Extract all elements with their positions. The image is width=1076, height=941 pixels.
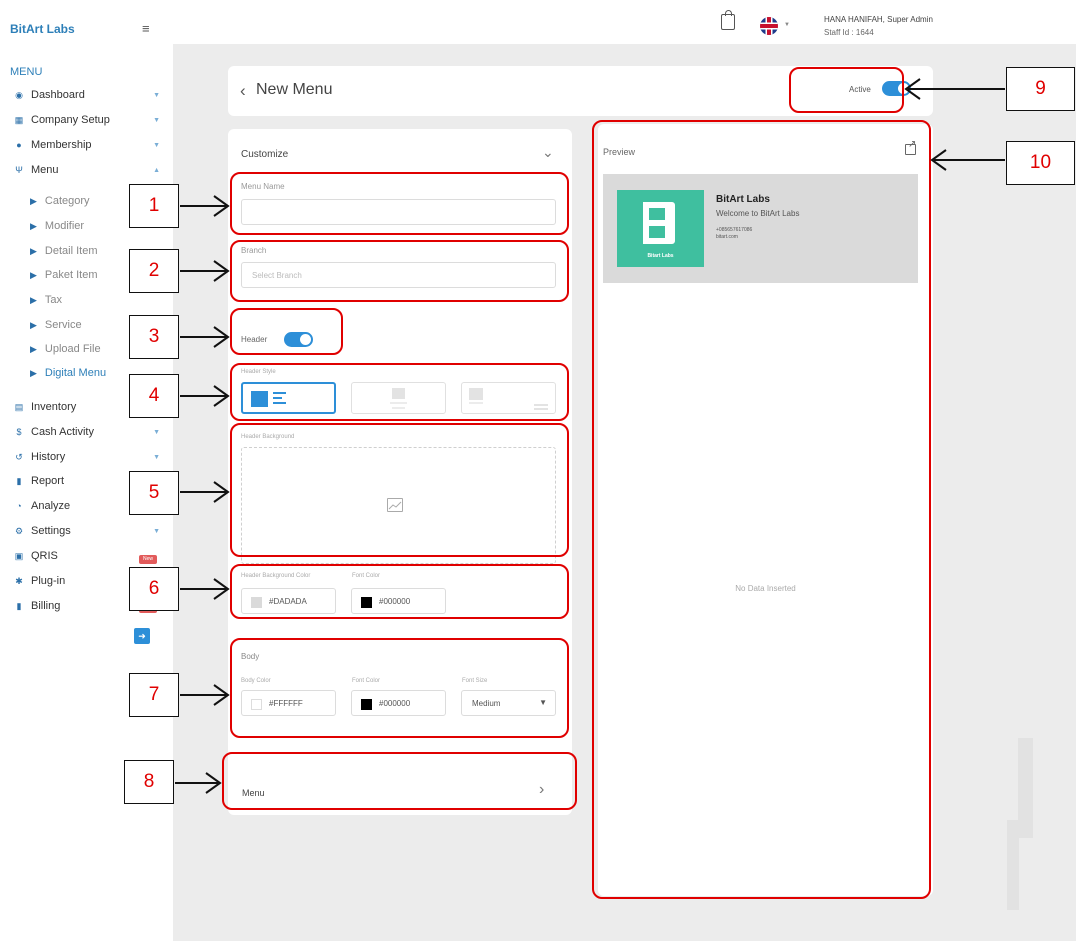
callout-arrows — [175, 78, 1005, 794]
